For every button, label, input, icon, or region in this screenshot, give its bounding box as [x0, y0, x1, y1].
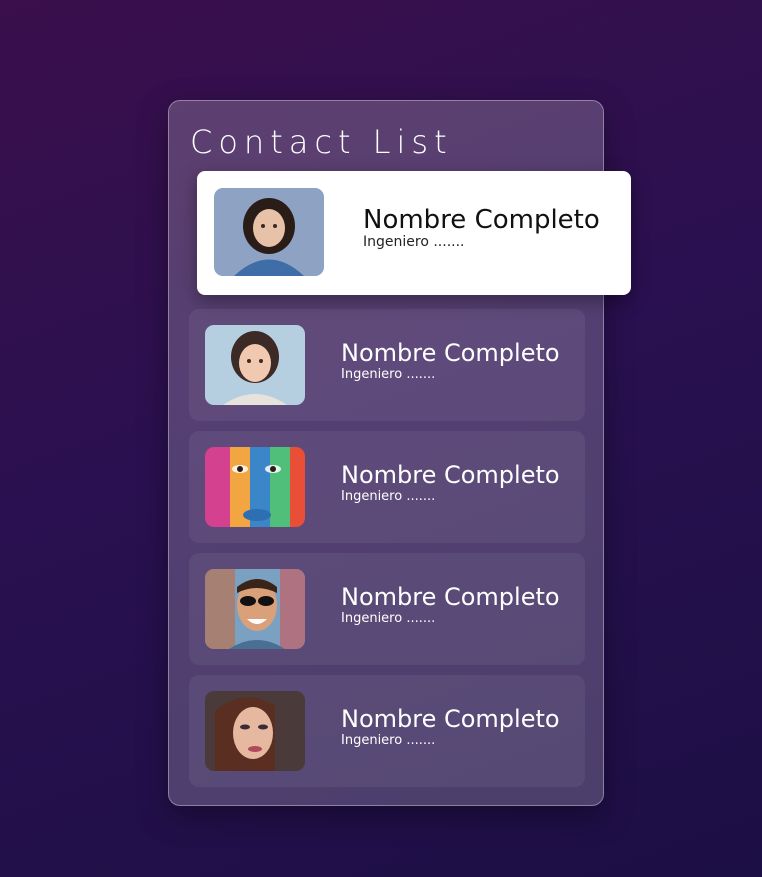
contact-item[interactable]: Nombre Completo Ingeniero ....... — [189, 431, 585, 543]
contact-role: Ingeniero ....... — [363, 234, 465, 250]
contact-name: Nombre Completo — [341, 339, 560, 367]
contact-role: Ingeniero ....... — [341, 367, 436, 382]
contact-name: Nombre Completo — [341, 461, 560, 489]
avatar — [205, 447, 305, 527]
avatar — [205, 691, 305, 771]
contact-role: Ingeniero ....... — [341, 733, 436, 748]
contact-name: Nombre Completo — [341, 705, 560, 733]
avatar — [205, 569, 305, 649]
contact-name: Nombre Completo — [363, 205, 600, 235]
avatar — [214, 188, 324, 276]
contact-item[interactable]: Nombre Completo Ingeniero ....... — [197, 171, 631, 295]
contact-name: Nombre Completo — [341, 583, 560, 611]
contact-role: Ingeniero ....... — [341, 489, 436, 504]
contact-role: Ingeniero ....... — [341, 611, 436, 626]
avatar — [205, 325, 305, 405]
contact-item[interactable]: Nombre Completo Ingeniero ....... — [189, 675, 585, 787]
contact-list-card: Contact List Nombre Completo Ingeniero .… — [168, 100, 631, 806]
contact-item[interactable]: Nombre Completo Ingeniero ....... — [189, 309, 585, 421]
contact-item[interactable]: Nombre Completo Ingeniero ....... — [189, 553, 585, 665]
card-title: Contact List — [190, 123, 453, 161]
